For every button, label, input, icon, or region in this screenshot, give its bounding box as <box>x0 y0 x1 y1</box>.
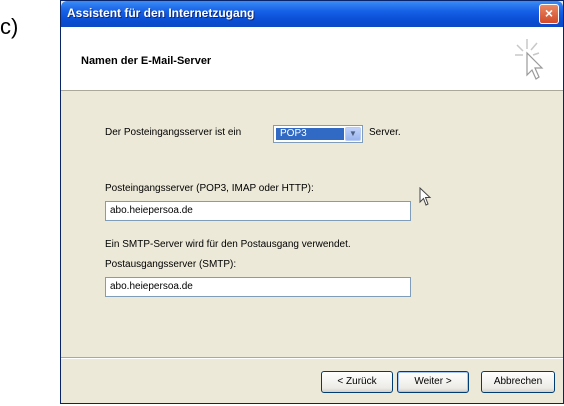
footer-divider <box>61 357 563 359</box>
wizard-star-cursor-icon <box>515 39 544 80</box>
title-bar[interactable]: Assistent für den Internetzugang × <box>61 1 563 27</box>
page-title: Namen der E-Mail-Server <box>81 55 212 67</box>
outgoing-server-input[interactable]: abo.heiepersoa.de <box>105 277 411 297</box>
close-button[interactable]: × <box>539 4 559 24</box>
wizard-window: Assistent für den Internetzugang × Namen… <box>60 0 564 404</box>
figure-label: c) <box>0 14 19 39</box>
next-button[interactable]: Weiter > <box>397 371 469 393</box>
incoming-server-input[interactable]: abo.heiepersoa.de <box>105 201 411 221</box>
chevron-down-icon[interactable]: ▼ <box>345 127 361 141</box>
mouse-pointer-icon <box>419 187 432 206</box>
outgoing-server-label: Postausgangsserver (SMTP): <box>105 259 237 270</box>
cancel-button[interactable]: Abbrechen <box>481 371 555 393</box>
window-title: Assistent für den Internetzugang <box>67 6 255 20</box>
incoming-server-label: Posteingangsserver (POP3, IMAP oder HTTP… <box>105 183 314 194</box>
incoming-server-type-select[interactable]: POP3 ▼ <box>273 125 363 143</box>
back-button[interactable]: < Zurück <box>321 371 393 393</box>
wizard-header: Namen der E-Mail-Server <box>61 27 563 91</box>
select-value: POP3 <box>276 128 344 140</box>
server-suffix-label: Server. <box>369 127 401 138</box>
smtp-info-text: Ein SMTP-Server wird für den Postausgang… <box>105 239 351 250</box>
close-icon: × <box>544 5 554 21</box>
incoming-type-label: Der Posteingangsserver ist ein <box>105 127 242 138</box>
